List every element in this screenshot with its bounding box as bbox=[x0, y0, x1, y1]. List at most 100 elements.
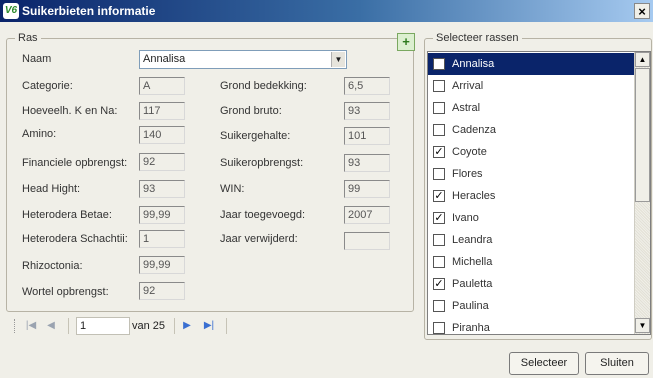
nav-separator bbox=[226, 318, 227, 334]
list-item-label: Pauletta bbox=[452, 278, 493, 290]
list-item-label: Cadenza bbox=[452, 124, 497, 136]
list-item[interactable]: Flores bbox=[428, 163, 635, 185]
move-previous-icon[interactable]: ◀ bbox=[44, 319, 58, 333]
heterodera-schachtii-label: Heterodera Schachtii: bbox=[22, 233, 128, 245]
list-item[interactable]: Astral bbox=[428, 97, 635, 119]
list-scrollbar[interactable]: ▲ ▼ bbox=[634, 52, 650, 334]
grond-bruto-label: Grond bruto: bbox=[220, 105, 282, 117]
checkbox-checked[interactable]: ✓ bbox=[433, 278, 445, 290]
move-next-icon[interactable]: ▶ bbox=[180, 319, 194, 333]
rassen-checklist[interactable]: Annalisa Arrival Astral Cadenza ✓ Coyote Flore… bbox=[427, 51, 651, 335]
heterodera-schachtii-field: 1 bbox=[139, 230, 185, 248]
move-first-icon[interactable]: |◀ bbox=[24, 319, 38, 333]
list-item-label: Astral bbox=[452, 102, 481, 114]
jaar-verwijderd-field bbox=[344, 232, 390, 250]
list-item[interactable]: Michella bbox=[428, 251, 635, 273]
list-item[interactable]: Annalisa bbox=[428, 53, 635, 75]
list-item-label: Ivano bbox=[452, 212, 479, 224]
amino-label: Amino: bbox=[22, 128, 57, 140]
suikeropbrengst-label: Suikeropbrengst: bbox=[220, 157, 304, 169]
list-item[interactable]: Piranha bbox=[428, 317, 635, 334]
list-item-label: Flores bbox=[452, 168, 483, 180]
list-item-label: Leandra bbox=[452, 234, 493, 246]
rhizoctonia-field: 99,99 bbox=[139, 256, 185, 274]
list-item-label: Piranha bbox=[452, 322, 490, 334]
app-icon: V6 bbox=[3, 3, 19, 19]
head-hight-label: Head Hight: bbox=[22, 183, 81, 195]
window-title: Suikerbieten informatie bbox=[22, 4, 156, 18]
head-hight-field: 93 bbox=[139, 180, 185, 198]
checkbox[interactable] bbox=[433, 80, 445, 92]
list-item[interactable]: ✓ Coyote bbox=[428, 141, 635, 163]
suikergehalte-label: Suikergehalte: bbox=[220, 130, 291, 142]
checkbox[interactable] bbox=[433, 300, 445, 312]
checkbox[interactable] bbox=[433, 234, 445, 246]
win-label: WIN: bbox=[220, 183, 245, 195]
naam-dropdown-value: Annalisa bbox=[143, 53, 186, 65]
checkbox-checked[interactable]: ✓ bbox=[433, 190, 445, 202]
list-item[interactable]: ✓ Heracles bbox=[428, 185, 635, 207]
suikergehalte-field: 101 bbox=[344, 127, 390, 145]
ras-group-title: Ras bbox=[15, 32, 41, 44]
nav-separator bbox=[68, 318, 69, 334]
financiele-opbrengst-field: 92 bbox=[139, 153, 185, 171]
jaar-toegevoegd-field: 2007 bbox=[344, 206, 390, 224]
checkbox[interactable] bbox=[433, 322, 445, 334]
selecteer-button[interactable]: Selecteer bbox=[509, 352, 579, 375]
jaar-toegevoegd-label: Jaar toegevoegd: bbox=[220, 209, 306, 221]
checkbox-checked[interactable]: ✓ bbox=[433, 146, 445, 158]
sluiten-button[interactable]: Sluiten bbox=[585, 352, 649, 375]
scroll-thumb[interactable] bbox=[635, 68, 650, 202]
hoeveelheid-k-na-field: 117 bbox=[139, 102, 185, 120]
chevron-down-icon[interactable]: ▼ bbox=[331, 52, 345, 67]
list-item[interactable]: Arrival bbox=[428, 75, 635, 97]
rhizoctonia-label: Rhizoctonia: bbox=[22, 260, 83, 272]
checkbox-checked[interactable]: ✓ bbox=[433, 212, 445, 224]
record-navigator: |◀ ◀ 1 van 25 ▶ ▶| bbox=[10, 314, 240, 338]
nav-separator bbox=[174, 318, 175, 334]
list-item[interactable]: ✓ Pauletta bbox=[428, 273, 635, 295]
wortel-opbrengst-label: Wortel opbrengst: bbox=[22, 286, 109, 298]
grond-bedekking-label: Grond bedekking: bbox=[220, 80, 307, 92]
categorie-label: Categorie: bbox=[22, 80, 73, 92]
selecteer-rassen-title: Selecteer rassen bbox=[433, 32, 522, 44]
list-item[interactable]: Paulina bbox=[428, 295, 635, 317]
checkbox[interactable] bbox=[433, 168, 445, 180]
wortel-opbrengst-field: 92 bbox=[139, 282, 185, 300]
list-item-label: Annalisa bbox=[452, 58, 495, 70]
grond-bruto-field: 93 bbox=[344, 102, 390, 120]
financiele-opbrengst-label: Financiele opbrengst: bbox=[22, 157, 128, 169]
jaar-verwijderd-label: Jaar verwijderd: bbox=[220, 233, 298, 245]
scroll-up-icon[interactable]: ▲ bbox=[635, 52, 650, 67]
record-count: van 25 bbox=[132, 320, 166, 332]
close-button[interactable]: × bbox=[634, 3, 650, 19]
naam-label: Naam bbox=[22, 53, 52, 65]
move-last-icon[interactable]: ▶| bbox=[202, 319, 216, 333]
list-item-label: Paulina bbox=[452, 300, 489, 312]
heterodera-betae-field: 99,99 bbox=[139, 206, 185, 224]
heterodera-betae-label: Heterodera Betae: bbox=[22, 209, 112, 221]
list-item[interactable]: Leandra bbox=[428, 229, 635, 251]
grond-bedekking-field: 6,5 bbox=[344, 77, 390, 95]
list-item-label: Michella bbox=[452, 256, 493, 268]
toolbar-grip[interactable] bbox=[14, 319, 17, 333]
add-icon[interactable]: + bbox=[397, 33, 415, 51]
title-bar: V6 Suikerbieten informatie × bbox=[0, 0, 653, 22]
scroll-down-icon[interactable]: ▼ bbox=[635, 318, 650, 333]
naam-dropdown[interactable]: Annalisa ▼ bbox=[139, 50, 347, 69]
win-field: 99 bbox=[344, 180, 390, 198]
list-item[interactable]: Cadenza bbox=[428, 119, 635, 141]
checkbox[interactable] bbox=[433, 58, 445, 70]
suikeropbrengst-field: 93 bbox=[344, 154, 390, 172]
hoeveelheid-k-na-label: Hoeveelh. K en Na: bbox=[22, 105, 118, 117]
amino-field: 140 bbox=[139, 126, 185, 144]
position-input[interactable]: 1 bbox=[76, 317, 130, 335]
checkbox[interactable] bbox=[433, 256, 445, 268]
checkbox[interactable] bbox=[433, 102, 445, 114]
list-item-label: Heracles bbox=[452, 190, 496, 202]
list-item-label: Coyote bbox=[452, 146, 487, 158]
list-item-label: Arrival bbox=[452, 80, 484, 92]
checkbox[interactable] bbox=[433, 124, 445, 136]
categorie-field: A bbox=[139, 77, 185, 95]
list-item[interactable]: ✓ Ivano bbox=[428, 207, 635, 229]
